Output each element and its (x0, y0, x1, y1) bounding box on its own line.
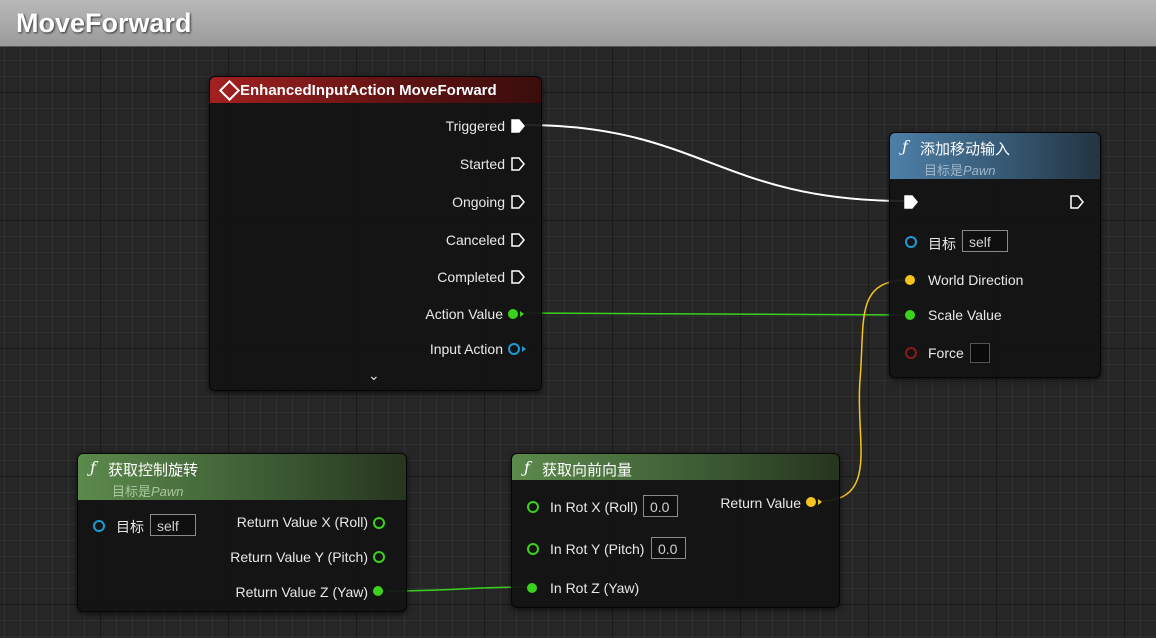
target-field[interactable]: self (150, 514, 196, 536)
target-label: 目标 (116, 519, 144, 535)
return-value-label: Return Value (720, 495, 801, 511)
force-checkbox[interactable] (970, 343, 990, 363)
return-x-label: Return Value X (Roll) (236, 514, 368, 530)
pin-label-triggered: Triggered (445, 118, 505, 134)
get-forward-vector-title: 获取向前向量 (542, 462, 633, 479)
target-field[interactable]: self (962, 230, 1008, 252)
exec-in-pin[interactable] (904, 195, 918, 209)
action-value-pin[interactable] (508, 309, 518, 319)
event-node-title: EnhancedInputAction MoveForward (240, 82, 497, 99)
pin-label-action-value: Action Value (425, 306, 503, 322)
function-icon: ƒ (902, 137, 908, 156)
in-rot-z-label: In Rot Z (Yaw) (550, 580, 640, 596)
scale-value-label: Scale Value (928, 307, 1002, 323)
force-pin[interactable] (905, 347, 917, 359)
world-direction-label: World Direction (928, 272, 1024, 288)
force-label: Force (928, 345, 964, 361)
exec-out-pin[interactable] (1070, 195, 1084, 209)
return-y-label: Return Value Y (Pitch) (230, 549, 368, 565)
event-node-header[interactable]: EnhancedInputAction MoveForward (210, 77, 541, 103)
return-z-label: Return Value Z (Yaw) (235, 584, 368, 600)
get-control-rotation-subtitle: 目标是Pawn (112, 484, 184, 499)
add-movement-header[interactable]: ƒ 添加移动输入 目标是Pawn (890, 133, 1100, 179)
input-action-pin[interactable] (508, 343, 520, 355)
enhanced-input-action-node[interactable]: EnhancedInputAction MoveForward Triggere… (209, 76, 542, 391)
in-rot-z-pin[interactable] (527, 583, 537, 593)
input-action-pin-arrow (522, 346, 526, 352)
pin-label-ongoing: Ongoing (452, 194, 505, 210)
in-rot-y-pin[interactable] (527, 543, 539, 555)
exec-pin-completed[interactable] (511, 270, 525, 284)
add-movement-input-node[interactable]: ƒ 添加移动输入 目标是Pawn 目标 self World Direction… (889, 132, 1101, 378)
pin-label-canceled: Canceled (445, 232, 505, 248)
in-rot-x-field[interactable]: 0.0 (643, 495, 678, 517)
get-control-rotation-title: 获取控制旋转 (108, 462, 199, 479)
exec-pin-ongoing[interactable] (511, 195, 525, 209)
pin-label-input-action: Input Action (429, 341, 503, 357)
return-value-pin-arrow (818, 499, 822, 505)
action-value-pin-arrow (520, 311, 524, 317)
target-pin[interactable] (905, 236, 917, 248)
return-value-pin[interactable] (806, 497, 816, 507)
exec-pin-canceled[interactable] (511, 233, 525, 247)
target-label: 目标 (928, 236, 956, 252)
scale-value-pin[interactable] (905, 310, 915, 320)
in-rot-y-label: In Rot Y (Pitch) (550, 541, 645, 557)
exec-pin-triggered[interactable] (511, 119, 525, 133)
function-icon: ƒ (90, 458, 96, 477)
in-rot-x-pin[interactable] (527, 501, 539, 513)
exec-wire (524, 124, 906, 202)
pin-label-started: Started (459, 156, 505, 172)
event-diamond-icon (218, 79, 241, 102)
chevron-down-icon[interactable]: ⌄ (368, 367, 380, 384)
return-z-pin[interactable] (373, 586, 383, 596)
yaw-wire (387, 586, 531, 592)
return-y-pin[interactable] (373, 551, 385, 563)
world-direction-pin[interactable] (905, 275, 915, 285)
graph-title-bar: MoveForward (0, 0, 1156, 47)
add-movement-subtitle: 目标是Pawn (924, 163, 996, 178)
get-control-rotation-node[interactable]: ƒ 获取控制旋转 目标是Pawn 目标 self Return Value X … (77, 453, 407, 612)
pin-label-completed: Completed (437, 269, 505, 285)
graph-title: MoveForward (16, 8, 192, 38)
in-rot-y-field[interactable]: 0.0 (651, 537, 686, 559)
return-x-pin[interactable] (373, 517, 385, 529)
add-movement-title: 添加移动输入 (920, 141, 1011, 158)
get-forward-vector-node[interactable]: ƒ 获取向前向量 In Rot X (Roll) 0.0 In Rot Y (P… (511, 453, 840, 608)
function-icon: ƒ (524, 458, 530, 477)
action-value-wire (519, 312, 906, 316)
get-forward-vector-header[interactable]: ƒ 获取向前向量 (512, 454, 839, 480)
in-rot-x-label: In Rot X (Roll) (550, 499, 638, 515)
get-control-rotation-header[interactable]: ƒ 获取控制旋转 目标是Pawn (78, 454, 406, 500)
target-pin[interactable] (93, 520, 105, 532)
exec-pin-started[interactable] (511, 157, 525, 171)
